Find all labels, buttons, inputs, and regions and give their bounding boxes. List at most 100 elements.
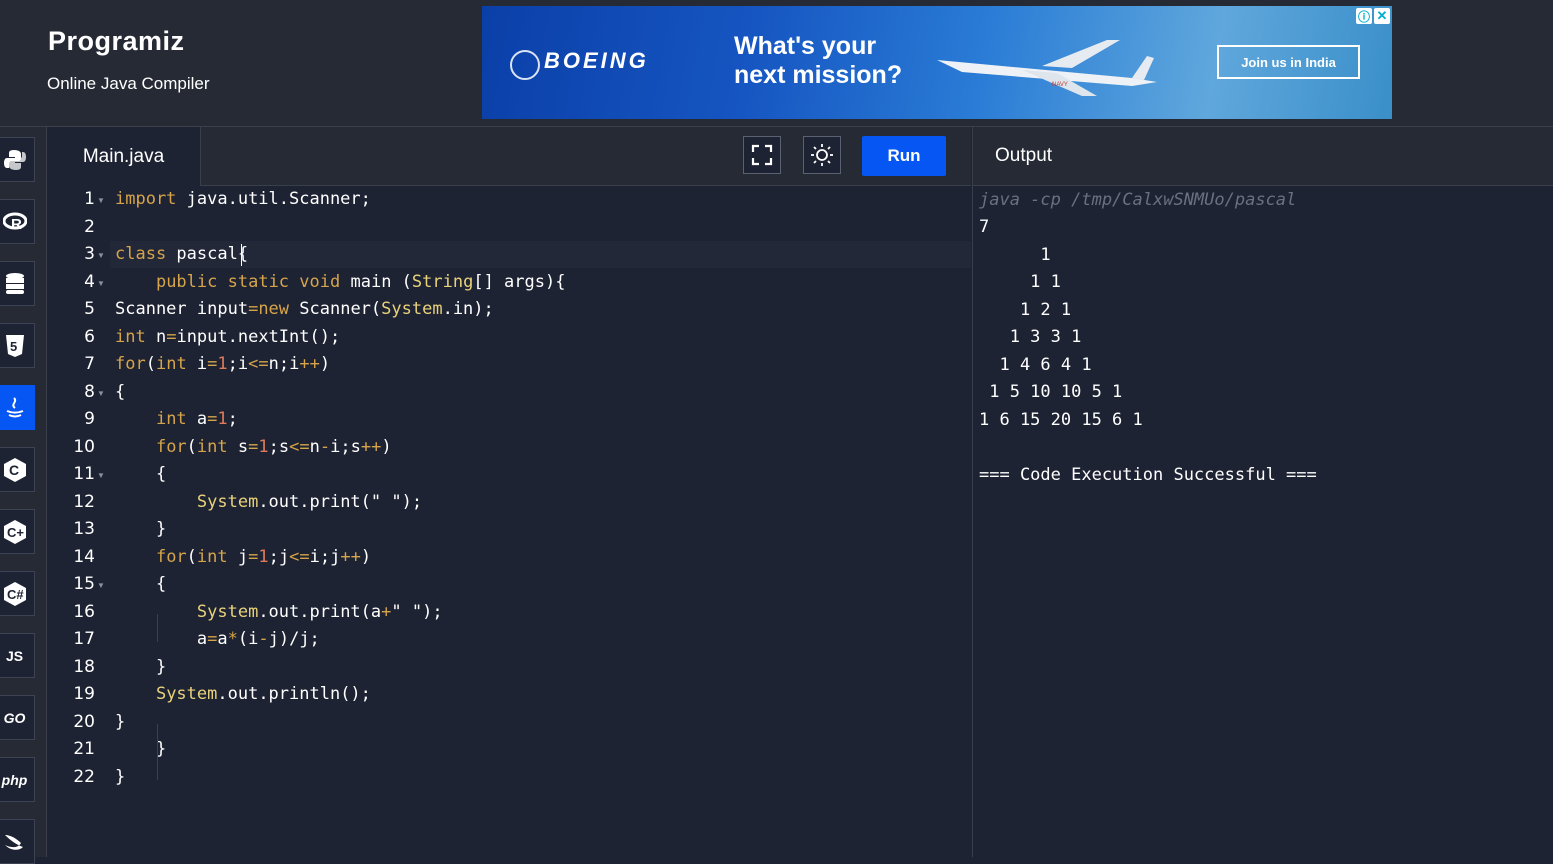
ad-info-icon[interactable]: ⓘ bbox=[1356, 8, 1372, 24]
svg-text:R: R bbox=[11, 216, 22, 232]
output-title: Output bbox=[995, 145, 1053, 166]
cpp-icon[interactable]: C+ bbox=[0, 509, 35, 554]
output-line: === Code Execution Successful === bbox=[979, 464, 1317, 485]
run-button[interactable]: Run bbox=[862, 136, 946, 176]
code-line[interactable]: class pascal{ bbox=[115, 244, 248, 264]
js-icon[interactable]: JS bbox=[0, 633, 35, 678]
output-line: 1 2 1 bbox=[979, 299, 1082, 320]
python-icon[interactable] bbox=[0, 137, 35, 182]
output-panel[interactable]: java -cp /tmp/CalxwSNMUo/pascal 7 1 1 1 … bbox=[972, 186, 1553, 857]
code-line[interactable]: System.out.print(" "); bbox=[115, 492, 422, 512]
fullscreen-button[interactable] bbox=[743, 136, 781, 174]
ad-close-icon[interactable]: ✕ bbox=[1374, 8, 1390, 24]
r-icon[interactable]: R bbox=[0, 199, 35, 244]
header: Programiz Online Java Compiler BOEING Wh… bbox=[0, 0, 1553, 127]
fold-arrow-icon[interactable]: ▼ bbox=[97, 196, 105, 205]
ad-headline: What's your next mission? bbox=[734, 32, 902, 90]
indent-guide bbox=[157, 724, 158, 780]
output-line: 1 4 6 4 1 bbox=[979, 354, 1102, 375]
svg-text:C: C bbox=[9, 462, 19, 478]
theme-toggle-button[interactable] bbox=[803, 136, 841, 174]
ad-headline-line2: next mission? bbox=[734, 61, 903, 89]
line-number: 3 bbox=[84, 244, 95, 264]
line-number: 9 bbox=[84, 409, 95, 429]
ad-headline-line1: What's your bbox=[734, 32, 877, 60]
output-line: 7 bbox=[979, 217, 990, 237]
output-command: java -cp /tmp/CalxwSNMUo/pascal bbox=[979, 190, 1297, 210]
ad-cta-button[interactable]: Join us in India bbox=[1217, 45, 1360, 79]
code-line[interactable]: a=a*(i-j)/j; bbox=[115, 629, 320, 649]
go-icon[interactable]: GO bbox=[0, 695, 35, 740]
html5-icon[interactable]: 5 bbox=[0, 323, 35, 368]
file-tab-main-java[interactable]: Main.java bbox=[47, 127, 201, 186]
line-number: 14 bbox=[73, 546, 95, 567]
programiz-logo[interactable]: Programiz bbox=[48, 26, 185, 57]
code-line[interactable]: System.out.println(); bbox=[115, 684, 371, 704]
plane-label: NAVY bbox=[1052, 82, 1068, 88]
code-line[interactable]: int n=input.nextInt(); bbox=[115, 327, 340, 347]
line-number: 22 bbox=[73, 766, 95, 787]
output-line: 1 5 10 10 5 1 bbox=[979, 382, 1133, 402]
line-number: 20 bbox=[73, 711, 95, 732]
fullscreen-icon bbox=[751, 144, 773, 166]
line-number: 11 bbox=[73, 464, 95, 484]
output-line: 1 6 15 20 15 6 1 bbox=[979, 409, 1153, 430]
code-line[interactable]: Scanner input=new Scanner(System.in); bbox=[115, 299, 494, 319]
text-cursor bbox=[241, 244, 242, 266]
line-number: 19 bbox=[73, 684, 95, 704]
code-line[interactable]: int a=1; bbox=[115, 409, 238, 429]
code-line[interactable]: { bbox=[115, 574, 166, 594]
output-line: 1 3 3 1 bbox=[979, 327, 1092, 347]
svg-text:C+: C+ bbox=[7, 525, 24, 540]
swift-icon[interactable] bbox=[0, 819, 35, 864]
code-line[interactable]: import java.util.Scanner; bbox=[115, 189, 371, 209]
fold-arrow-icon[interactable]: ▼ bbox=[97, 581, 105, 590]
c-icon[interactable]: C bbox=[0, 447, 35, 492]
code-line[interactable]: { bbox=[115, 464, 166, 484]
boeing-logo-icon bbox=[510, 50, 540, 80]
code-line[interactable]: } bbox=[115, 767, 125, 787]
fold-arrow-icon[interactable]: ▼ bbox=[97, 471, 105, 480]
line-number: 2 bbox=[84, 216, 95, 237]
fold-arrow-icon[interactable]: ▼ bbox=[97, 389, 105, 398]
line-number: 4 bbox=[84, 271, 95, 292]
line-number: 7 bbox=[84, 354, 95, 374]
fold-arrow-icon[interactable]: ▼ bbox=[97, 251, 105, 260]
code-line[interactable]: } bbox=[115, 712, 125, 732]
java-icon[interactable] bbox=[0, 385, 35, 430]
sun-icon bbox=[811, 144, 833, 166]
php-icon[interactable]: php bbox=[0, 757, 35, 802]
code-line[interactable]: System.out.print(a+" "); bbox=[115, 602, 443, 622]
line-number: 6 bbox=[84, 326, 95, 347]
line-number: 15 bbox=[73, 574, 95, 594]
code-editor[interactable]: 1 ▼ 2 3 ▼ 4 ▼ 5 6 7 8 ▼ 9 10 11 ▼ 12 13 14 15 ▼ 16 17 18 19 20 21 2… bbox=[47, 186, 971, 857]
airplane-image: NAVY bbox=[937, 40, 1157, 96]
line-number: 21 bbox=[73, 739, 95, 759]
code-line[interactable]: } bbox=[115, 657, 166, 677]
page-subtitle: Online Java Compiler bbox=[47, 74, 210, 93]
code-line[interactable]: for(int i=1;i<=n;i++) bbox=[115, 354, 330, 374]
svg-text:C#: C# bbox=[7, 587, 24, 602]
output-header: Output bbox=[972, 127, 1553, 186]
line-number: 10 bbox=[73, 436, 95, 457]
csharp-icon[interactable]: C# bbox=[0, 571, 35, 616]
code-line[interactable]: public static void main (String[] args){ bbox=[115, 272, 566, 292]
line-number: 16 bbox=[73, 601, 95, 622]
code-line[interactable]: } bbox=[115, 519, 166, 539]
advertisement-banner[interactable]: BOEING What's your next mission? NAVY Jo… bbox=[482, 6, 1392, 119]
code-line[interactable]: } bbox=[115, 739, 166, 759]
line-number: 1 bbox=[84, 189, 95, 209]
line-number: 5 bbox=[84, 299, 95, 319]
editor-toolbar: Main.java Run bbox=[47, 127, 971, 186]
code-line[interactable]: for(int s=1;s<=n-i;s++) bbox=[115, 437, 392, 457]
line-number: 12 bbox=[73, 491, 95, 512]
line-number: 13 bbox=[73, 519, 95, 539]
line-number: 17 bbox=[73, 629, 95, 649]
line-number: 8 bbox=[84, 381, 95, 402]
svg-text:5: 5 bbox=[10, 339, 17, 354]
output-line: 1 bbox=[979, 244, 1061, 265]
database-icon[interactable] bbox=[0, 261, 35, 306]
fold-arrow-icon[interactable]: ▼ bbox=[97, 279, 105, 288]
code-line[interactable]: for(int j=1;j<=i;j++) bbox=[115, 547, 371, 567]
code-line[interactable]: { bbox=[115, 382, 125, 402]
